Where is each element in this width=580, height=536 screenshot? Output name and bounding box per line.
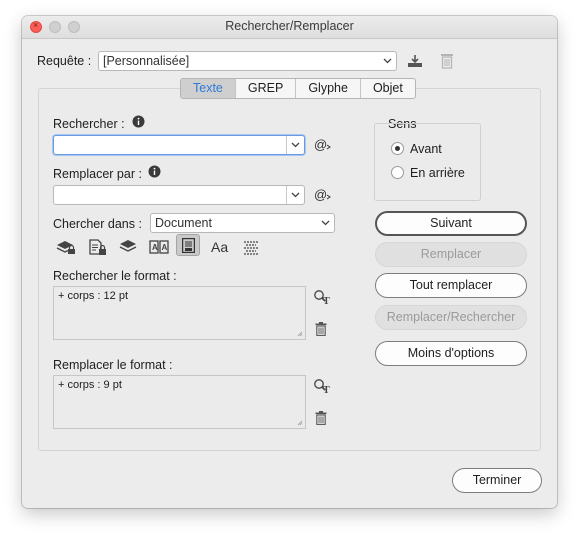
replace-button[interactable]: Remplacer (375, 242, 527, 267)
footnotes-icon (182, 238, 195, 253)
query-label: Requête : (37, 54, 92, 68)
resize-grip-icon (297, 331, 303, 337)
tab-glyphe[interactable]: Glyphe (295, 79, 360, 98)
special-characters-icon[interactable]: @ (314, 187, 332, 206)
find-replace-dialog: × Rechercher/Remplacer Requête : [Person… (22, 16, 557, 508)
replace-find-button[interactable]: Remplacer/Rechercher (375, 305, 527, 330)
footnotes-toggle[interactable] (176, 234, 200, 256)
specify-attributes-icon[interactable]: T (313, 378, 331, 397)
chevron-down-icon[interactable] (286, 186, 304, 204)
chevron-down-icon[interactable] (317, 214, 334, 232)
whole-word-icon[interactable] (243, 240, 259, 258)
find-format-box[interactable]: + corps : 12 pt (53, 286, 306, 340)
replace-format-value: + corps : 9 pt (58, 379, 122, 391)
search-label: Rechercher : (53, 117, 125, 131)
svg-text:Aa: Aa (211, 239, 228, 255)
direction-backward-label: En arrière (410, 166, 465, 180)
search-in-label: Chercher dans : (53, 217, 142, 231)
case-sensitive-icon[interactable]: Aa (211, 239, 231, 258)
direction-forward-label: Avant (410, 142, 442, 156)
fewer-options-button[interactable]: Moins d'options (375, 341, 527, 366)
replace-all-button[interactable]: Tout remplacer (375, 273, 527, 298)
query-value: [Personnalisée] (103, 54, 190, 68)
locked-stories-icon[interactable] (88, 239, 108, 259)
search-in-select[interactable]: Document (150, 213, 335, 233)
resize-grip-icon (297, 420, 303, 426)
query-select[interactable]: [Personnalisée] (98, 51, 397, 71)
direction-group (374, 123, 481, 201)
svg-text:A: A (152, 243, 158, 252)
search-input[interactable] (53, 135, 305, 155)
special-characters-icon[interactable]: @ (314, 137, 332, 156)
info-icon[interactable] (132, 115, 145, 131)
tab-objet[interactable]: Objet (359, 79, 415, 98)
done-button[interactable]: Terminer (452, 468, 542, 493)
svg-text:T: T (323, 385, 330, 394)
replace-input[interactable] (53, 185, 305, 205)
tab-grep[interactable]: GREP (234, 79, 295, 98)
svg-text:T: T (323, 296, 330, 305)
save-query-icon[interactable] (407, 53, 423, 72)
info-icon[interactable] (148, 165, 161, 181)
master-pages-icon[interactable]: AA (149, 238, 169, 258)
direction-forward-radio[interactable] (391, 142, 404, 155)
delete-query-icon[interactable] (440, 52, 454, 72)
svg-text:@: @ (314, 187, 327, 202)
find-format-value: + corps : 12 pt (58, 290, 129, 302)
chevron-down-icon[interactable] (286, 136, 304, 154)
svg-text:A: A (162, 243, 168, 252)
window-title: Rechercher/Remplacer (225, 19, 354, 33)
find-format-label: Rechercher le format : (53, 269, 177, 283)
locked-layers-icon[interactable] (56, 239, 76, 258)
direction-backward-radio[interactable] (391, 166, 404, 179)
tab-texte[interactable]: Texte (181, 79, 235, 98)
specify-attributes-icon[interactable]: T (313, 289, 331, 308)
search-in-value: Document (155, 216, 212, 230)
trash-icon[interactable] (315, 322, 327, 339)
search-mode-tabs: Texte GREP Glyphe Objet (180, 78, 416, 99)
replace-label: Remplacer par : (53, 167, 142, 181)
hidden-layers-icon[interactable] (119, 239, 137, 258)
next-button[interactable]: Suivant (375, 211, 527, 236)
trash-icon[interactable] (315, 411, 327, 428)
title-bar: × Rechercher/Remplacer (22, 16, 557, 39)
replace-format-label: Remplacer le format : (53, 358, 173, 372)
svg-text:@: @ (314, 137, 327, 152)
replace-format-box[interactable]: + corps : 9 pt (53, 375, 306, 429)
chevron-down-icon[interactable] (379, 52, 396, 70)
